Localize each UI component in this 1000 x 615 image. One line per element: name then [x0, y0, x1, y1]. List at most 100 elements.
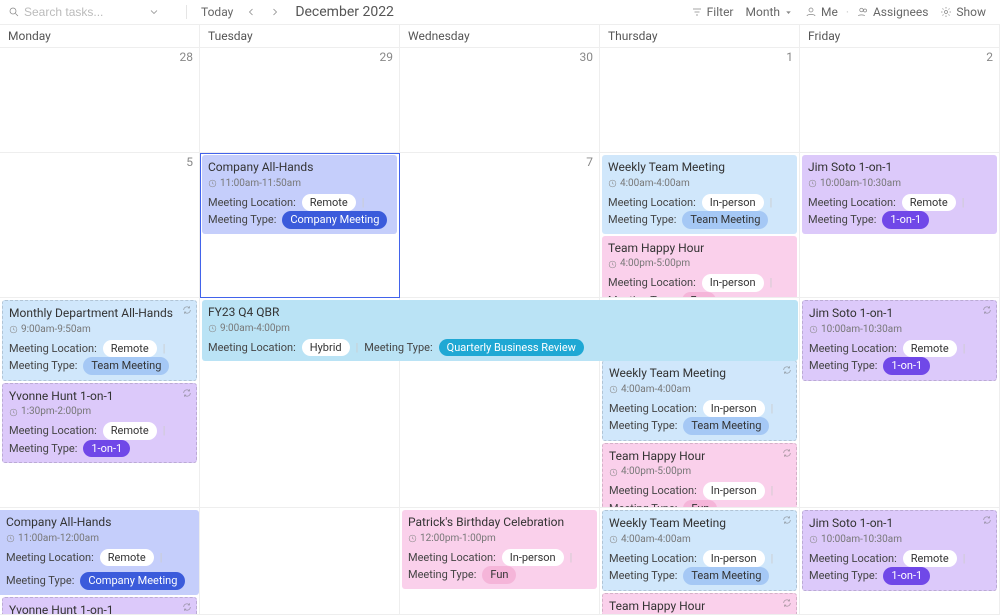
cell-15[interactable]: Weekly Team Meeting 4:00am-4:00am Meetin…	[600, 508, 800, 615]
event-monthly-dept-all-hands[interactable]: Monthly Department All-Hands 9:00am-9:50…	[2, 300, 197, 381]
recurring-icon	[182, 388, 192, 398]
clock-icon	[609, 468, 618, 477]
view-mode-label: Month	[746, 5, 780, 19]
location-pill: In-person	[703, 400, 765, 417]
location-label: Meeting Location:	[609, 401, 697, 416]
view-mode-button[interactable]: Month	[740, 3, 799, 21]
prev-button[interactable]	[239, 4, 263, 20]
chevron-right-icon	[269, 6, 281, 18]
cell-row3-fri[interactable]: 16 Jim Soto 1-on-1 10:00am-10:30am Meeti…	[800, 298, 1000, 508]
cell-5[interactable]: 5	[0, 153, 200, 298]
recurring-icon	[782, 515, 792, 525]
location-pill: In-person	[703, 550, 765, 567]
event-title: Yvonne Hunt 1-on-1	[9, 602, 190, 615]
type-pill: Quarterly Business Review	[439, 339, 584, 356]
recurring-icon	[182, 602, 192, 612]
assignees-button[interactable]: Assignees	[851, 3, 934, 21]
cell-9[interactable]: 9 Jim Soto 1-on-1 10:00am-10:30am Meetin…	[800, 153, 1000, 298]
event-time: 10:00am-10:30am	[808, 177, 991, 191]
location-pill: Remote	[103, 340, 157, 357]
event-title: Team Happy Hour	[609, 598, 790, 615]
event-time: 9:00am-4:00pm	[208, 322, 792, 336]
dot-separator: ·	[844, 5, 851, 19]
event-team-happy-hour[interactable]: Team Happy Hour 4:00pm-5:00pm Meeting Lo…	[602, 236, 797, 298]
event-title: Team Happy Hour	[609, 448, 790, 465]
type-label: Meeting Type:	[808, 212, 876, 227]
event-jim-soto-1on1[interactable]: Jim Soto 1-on-1 10:00am-10:30am Meeting …	[802, 300, 997, 381]
separator: |	[163, 423, 166, 438]
event-yvonne-1on1[interactable]: Yvonne Hunt 1-on-1 1:30pm-2:00pm Meeting…	[2, 383, 197, 464]
person-icon	[805, 6, 817, 18]
location-label: Meeting Location:	[808, 195, 896, 210]
today-button[interactable]: Today	[195, 3, 239, 21]
event-qbr[interactable]: FY23 Q4 QBR 9:00am-4:00pm Meeting Locati…	[202, 300, 798, 361]
event-company-all-hands[interactable]: Company All-Hands 11:00am-12:00am Meetin…	[0, 510, 199, 595]
cell-1[interactable]: 1	[600, 48, 800, 153]
location-pill: Hybrid	[302, 339, 350, 356]
cell-28[interactable]: 28	[0, 48, 200, 153]
event-patrick-birthday[interactable]: Patrick's Birthday Celebration 12:00pm-1…	[402, 510, 597, 589]
separator: |	[962, 195, 965, 210]
clock-icon	[609, 385, 618, 394]
day-headers: Monday Tuesday Wednesday Thursday Friday	[0, 25, 1000, 48]
location-label: Meeting Location:	[9, 423, 97, 438]
event-title: Company All-Hands	[208, 159, 391, 176]
cell-16[interactable]: Jim Soto 1-on-1 10:00am-10:30am Meeting …	[800, 508, 1000, 615]
show-button[interactable]: Show	[934, 3, 992, 21]
event-jim-soto-1on1[interactable]: Jim Soto 1-on-1 10:00am-10:30am Meeting …	[802, 510, 997, 591]
next-button[interactable]	[263, 4, 287, 20]
separator: |	[771, 401, 774, 416]
filter-button[interactable]: Filter	[685, 3, 740, 21]
dayheader-tuesday: Tuesday	[200, 25, 400, 47]
event-company-all-hands[interactable]: Company All-Hands 11:00am-11:50am Meetin…	[202, 155, 397, 234]
me-button[interactable]: Me	[799, 3, 844, 21]
dayheader-friday: Friday	[800, 25, 1000, 47]
event-jim-soto-1on1[interactable]: Jim Soto 1-on-1 10:00am-10:30am Meeting …	[802, 155, 997, 234]
recurring-icon	[982, 305, 992, 315]
type-pill: 1-on-1	[882, 211, 929, 228]
cell-12-monday-5[interactable]: 12 Monthly Department All-Hands 9:00am-9…	[0, 298, 200, 508]
cell-7[interactable]: 7	[400, 153, 600, 298]
event-team-happy-hour[interactable]: Team Happy Hour 4:00pm-5:00pm	[602, 593, 797, 615]
cell-8[interactable]: 8 Weekly Team Meeting 4:00am-4:00am Meet…	[600, 153, 800, 298]
event-weekly-team-meeting[interactable]: Weekly Team Meeting 4:00am-4:00am Meetin…	[602, 155, 797, 234]
cell-14[interactable]: Patrick's Birthday Celebration 12:00pm-1…	[400, 508, 600, 615]
event-title: Jim Soto 1-on-1	[809, 305, 990, 322]
cell-6[interactable]: 6 Company All-Hands 11:00am-11:50am Meet…	[200, 153, 400, 298]
event-yvonne-1on1[interactable]: Yvonne Hunt 1-on-1 1:30pm-2:00pm Meeting…	[2, 597, 197, 615]
event-title: FY23 Q4 QBR	[208, 304, 792, 321]
type-label: Meeting Type:	[9, 358, 77, 373]
type-pill: Team Meeting	[83, 357, 169, 374]
search-input[interactable]	[24, 5, 144, 19]
divider	[186, 5, 187, 19]
people-icon	[857, 6, 869, 18]
type-label: Meeting Type:	[6, 573, 74, 588]
daynum: 7	[586, 155, 593, 169]
clock-icon	[208, 324, 217, 333]
clock-icon	[809, 535, 818, 544]
type-label: Meeting Type:	[809, 358, 877, 373]
cell-12[interactable]: Company All-Hands 11:00am-12:00am Meetin…	[0, 508, 200, 615]
chevron-down-icon[interactable]	[148, 6, 160, 18]
event-weekly-team-meeting[interactable]: Weekly Team Meeting 4:00am-4:00am Meetin…	[602, 510, 797, 591]
location-label: Meeting Location:	[608, 195, 696, 210]
type-label: Meeting Type:	[609, 418, 677, 433]
clock-icon	[808, 179, 817, 188]
cell-2[interactable]: 2	[800, 48, 1000, 153]
event-time: 12:00pm-1:00pm	[408, 532, 591, 546]
event-time: 10:00am-10:30am	[809, 323, 990, 337]
location-label: Meeting Location:	[609, 551, 697, 566]
cell-29[interactable]: 29	[200, 48, 400, 153]
location-label: Meeting Location:	[809, 551, 897, 566]
cell-13[interactable]	[200, 508, 400, 615]
event-title: Weekly Team Meeting	[609, 365, 790, 382]
search-icon	[8, 6, 20, 18]
separator: |	[963, 551, 966, 566]
cell-30[interactable]: 30	[400, 48, 600, 153]
type-pill: Team Meeting	[683, 567, 769, 584]
daynum: 1	[786, 50, 793, 64]
event-team-happy-hour[interactable]: Team Happy Hour 4:00pm-5:00pm Meeting Lo…	[602, 443, 797, 508]
type-pill: 1-on-1	[83, 440, 130, 457]
type-pill: Fun	[683, 500, 717, 508]
event-weekly-team-meeting[interactable]: Weekly Team Meeting 4:00am-4:00am Meetin…	[602, 360, 797, 441]
